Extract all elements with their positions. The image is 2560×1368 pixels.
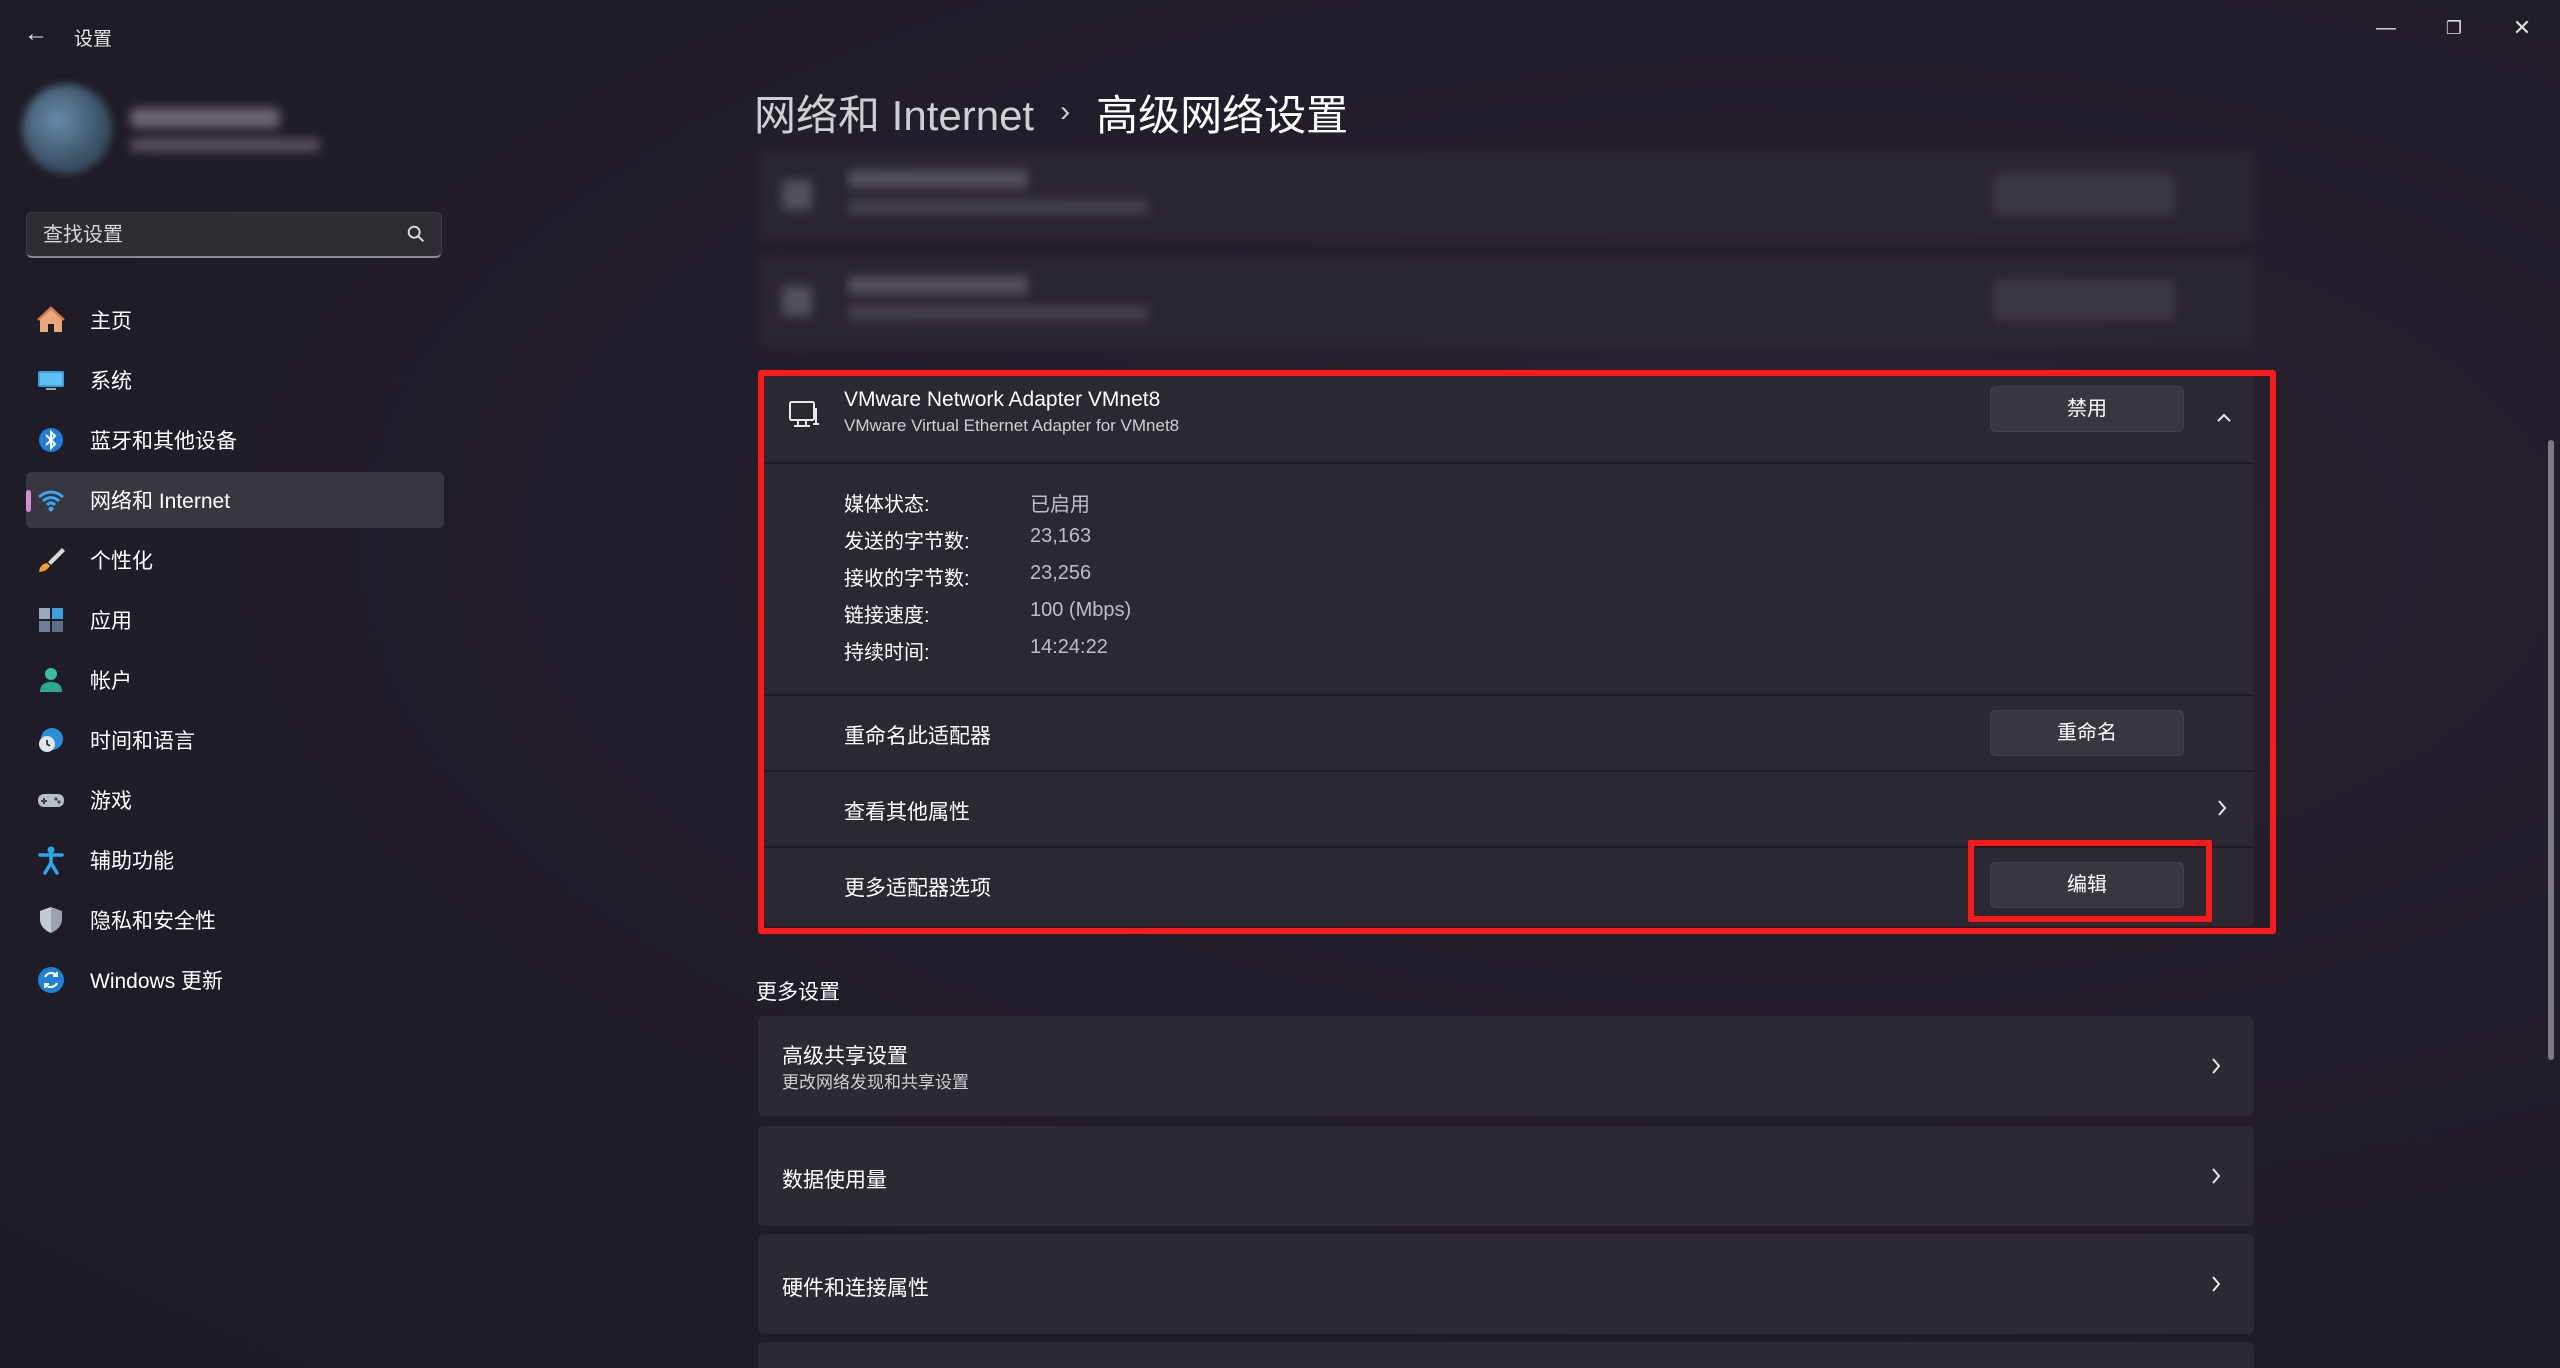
chevron-right-icon [2212, 1058, 2221, 1074]
title-bar: ← 设置 — ❐ ✕ [0, 0, 2560, 70]
adapter-row-blurred[interactable] [758, 150, 2254, 242]
sidebar-item-label: 帐户 [90, 670, 132, 693]
link-subtitle: 更改网络发现和共享设置 [782, 1073, 969, 1092]
restore-icon: ❐ [2445, 18, 2463, 38]
sidebar-nav: 主页 系统 蓝牙和其他设备 网络和 Internet 个性化 应用 帐户 时间和… [26, 292, 444, 1012]
sidebar-item-label: 网络和 Internet [90, 490, 231, 513]
page-title: 高级网络设置 [1096, 91, 1349, 139]
minimize-icon: — [2376, 17, 2396, 39]
system-icon [38, 371, 64, 390]
back-button[interactable]: ← [20, 18, 52, 50]
bluetooth-icon [39, 428, 63, 452]
sidebar-item-label: 辅助功能 [90, 850, 174, 873]
sidebar-item-bluetooth[interactable]: 蓝牙和其他设备 [26, 412, 444, 468]
chevron-right-icon [2212, 1168, 2221, 1184]
profile-email-blurred [130, 138, 320, 152]
breadcrumb-separator-icon: › [1060, 95, 1071, 128]
sidebar-item-accessibility[interactable]: 辅助功能 [26, 832, 444, 888]
hardware-connection-properties-link[interactable]: 硬件和连接属性 [758, 1234, 2254, 1334]
sidebar-item-apps[interactable]: 应用 [26, 592, 444, 648]
sidebar-item-time-language[interactable]: 时间和语言 [26, 712, 444, 768]
adapter-row-blurred[interactable] [758, 256, 2254, 348]
gamepad-icon [38, 794, 64, 807]
profile-name-blurred [130, 108, 280, 128]
time-language-icon [39, 728, 63, 752]
account-icon [40, 668, 62, 692]
sidebar-item-network[interactable]: 网络和 Internet [26, 472, 444, 528]
data-usage-link[interactable]: 数据使用量 [758, 1126, 2254, 1226]
close-button[interactable]: ✕ [2492, 8, 2552, 48]
arrow-left-icon: ← [24, 20, 48, 47]
user-profile[interactable] [22, 84, 322, 184]
highlight-box-edit-button [1968, 840, 2212, 922]
link-title: 硬件和连接属性 [782, 1277, 929, 1300]
sidebar-item-personalization[interactable]: 个性化 [26, 532, 444, 588]
sidebar-item-accounts[interactable]: 帐户 [26, 652, 444, 708]
sidebar-item-label: 应用 [90, 610, 132, 633]
app-title: 设置 [74, 29, 113, 50]
chevron-right-icon [2212, 1276, 2221, 1292]
sidebar-item-label: 时间和语言 [90, 730, 195, 753]
search-box[interactable] [26, 212, 442, 258]
search-icon[interactable] [405, 223, 427, 245]
search-input[interactable] [41, 221, 385, 249]
accessibility-icon [38, 846, 64, 875]
sidebar-item-label: 隐私和安全性 [90, 910, 216, 933]
sidebar-item-label: 个性化 [90, 550, 153, 573]
wifi-icon [38, 490, 64, 512]
maximize-button[interactable]: ❐ [2424, 8, 2484, 48]
close-icon: ✕ [2512, 15, 2532, 40]
sidebar-item-windows-update[interactable]: Windows 更新 [26, 952, 444, 1008]
sidebar-item-home[interactable]: 主页 [26, 292, 444, 348]
home-icon [37, 306, 65, 332]
apps-icon [39, 608, 63, 632]
minimize-button[interactable]: — [2356, 8, 2416, 48]
breadcrumb: 网络和 Internet › 高级网络设置 [754, 82, 1348, 142]
breadcrumb-parent[interactable]: 网络和 Internet [754, 82, 1034, 143]
link-title: 数据使用量 [782, 1169, 887, 1192]
link-title: 高级共享设置 [782, 1045, 908, 1068]
sidebar-item-system[interactable]: 系统 [26, 352, 444, 408]
sidebar-item-label: Windows 更新 [90, 970, 224, 993]
more-settings-heading: 更多设置 [756, 981, 840, 1004]
avatar [22, 84, 112, 174]
sidebar-item-label: 蓝牙和其他设备 [90, 430, 237, 453]
scrollbar[interactable] [2548, 440, 2554, 1060]
sidebar-item-label: 主页 [90, 310, 132, 333]
update-icon [38, 967, 64, 993]
sidebar-item-gaming[interactable]: 游戏 [26, 772, 444, 828]
shield-icon [40, 907, 62, 933]
sidebar-item-privacy[interactable]: 隐私和安全性 [26, 892, 444, 948]
sidebar-item-label: 系统 [90, 370, 132, 393]
sidebar-item-label: 游戏 [90, 790, 132, 813]
brush-icon [39, 548, 65, 572]
next-link-card-partial[interactable] [758, 1342, 2254, 1368]
advanced-sharing-settings-link[interactable]: 高级共享设置 更改网络发现和共享设置 [758, 1016, 2254, 1116]
